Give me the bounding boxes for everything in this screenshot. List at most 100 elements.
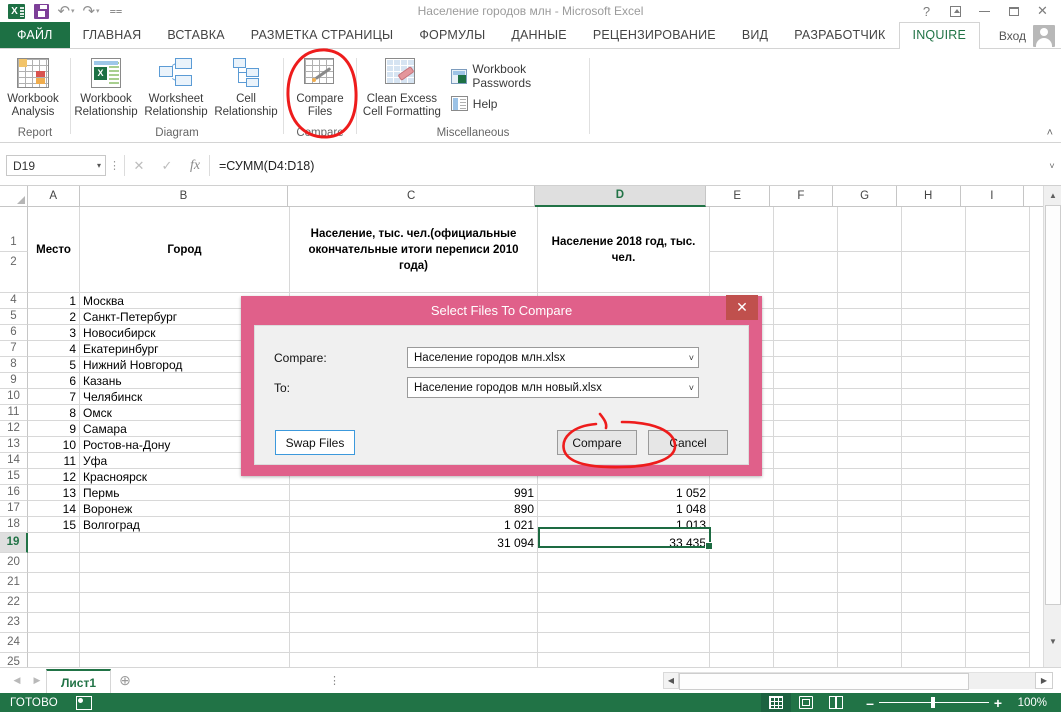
cell-G22[interactable]: [838, 593, 902, 613]
cell-F1[interactable]: [774, 207, 838, 252]
row-header-13[interactable]: 13: [0, 437, 28, 453]
cell-B18[interactable]: Волгоград: [80, 517, 290, 533]
cell-H12[interactable]: [902, 421, 966, 437]
cell-B16[interactable]: Пермь: [80, 485, 290, 501]
column-header-d[interactable]: D: [534, 186, 706, 207]
tab-developer[interactable]: РАЗРАБОТЧИК: [781, 22, 898, 49]
cell-E24[interactable]: [710, 633, 774, 653]
cell-F12[interactable]: [774, 421, 838, 437]
cell-A5[interactable]: 2: [28, 309, 80, 325]
zoom-control[interactable]: – +: [861, 695, 1007, 711]
tab-review[interactable]: РЕЦЕНЗИРОВАНИЕ: [580, 22, 729, 49]
cell-F15[interactable]: [774, 469, 838, 485]
cell-C24[interactable]: [290, 633, 538, 653]
tab-file[interactable]: ФАЙЛ: [0, 22, 70, 49]
cell-C1[interactable]: Население, тыс. чел.(официальные окончат…: [290, 207, 538, 293]
cell-I7[interactable]: [966, 341, 1030, 357]
cell-F21[interactable]: [774, 573, 838, 593]
cell-F2[interactable]: [774, 252, 838, 293]
cell-F5[interactable]: [774, 309, 838, 325]
dialog-close-button[interactable]: ✕: [726, 295, 758, 320]
cell-B19[interactable]: [80, 533, 290, 553]
cell-C20[interactable]: [290, 553, 538, 573]
worksheet-relationship-button[interactable]: Worksheet Relationship: [141, 53, 211, 121]
next-sheet-icon[interactable]: ▶: [28, 675, 46, 686]
cell-G10[interactable]: [838, 389, 902, 405]
cell-F9[interactable]: [774, 373, 838, 389]
cell-I10[interactable]: [966, 389, 1030, 405]
cell-A22[interactable]: [28, 593, 80, 613]
cell-H24[interactable]: [902, 633, 966, 653]
column-header-a[interactable]: A: [27, 186, 80, 207]
cell-C17[interactable]: 890: [290, 501, 538, 517]
scroll-up-icon[interactable]: ▲: [1044, 186, 1061, 204]
cell-B24[interactable]: [80, 633, 290, 653]
cell-A8[interactable]: 5: [28, 357, 80, 373]
cell-H8[interactable]: [902, 357, 966, 373]
cell-G2[interactable]: [838, 252, 902, 293]
help-button[interactable]: Help: [447, 93, 589, 114]
cell-G8[interactable]: [838, 357, 902, 373]
cell-G15[interactable]: [838, 469, 902, 485]
compare-file-dropdown[interactable]: Население городов млн.xlsx ˅: [407, 347, 699, 368]
cell-H5[interactable]: [902, 309, 966, 325]
expand-formula-bar-icon[interactable]: ˅: [1043, 161, 1061, 171]
cell-I24[interactable]: [966, 633, 1030, 653]
tab-page-layout[interactable]: РАЗМЕТКА СТРАНИЦЫ: [238, 22, 407, 49]
row-header-6[interactable]: 6: [0, 325, 28, 341]
cell-I22[interactable]: [966, 593, 1030, 613]
cell-I19[interactable]: [966, 533, 1030, 553]
cell-F7[interactable]: [774, 341, 838, 357]
cell-A17[interactable]: 14: [28, 501, 80, 517]
sheet-tab-list1[interactable]: Лист1: [46, 668, 112, 694]
cell-D16[interactable]: 1 052: [538, 485, 710, 501]
swap-files-button[interactable]: Swap Files: [275, 430, 355, 455]
tab-inquire[interactable]: INQUIRE: [898, 22, 981, 49]
cell-G14[interactable]: [838, 453, 902, 469]
cell-D24[interactable]: [538, 633, 710, 653]
zoom-out-button[interactable]: –: [861, 695, 879, 711]
cell-C19[interactable]: 31 094: [290, 533, 538, 553]
cell-I5[interactable]: [966, 309, 1030, 325]
cell-A12[interactable]: 9: [28, 421, 80, 437]
row-header-23[interactable]: 23: [0, 613, 28, 633]
horizontal-scrollbar[interactable]: ◀ ▶: [663, 671, 1053, 690]
column-header-c[interactable]: C: [288, 186, 535, 207]
cell-H19[interactable]: [902, 533, 966, 553]
cell-G17[interactable]: [838, 501, 902, 517]
hscroll-track[interactable]: [679, 671, 1035, 690]
cell-H1[interactable]: [902, 207, 966, 252]
tab-view[interactable]: ВИД: [729, 22, 781, 49]
cell-F18[interactable]: [774, 517, 838, 533]
horizontal-scroll-thumb[interactable]: [679, 672, 969, 690]
collapse-ribbon-button[interactable]: ˄: [1047, 127, 1053, 139]
cell-B1[interactable]: Город: [80, 207, 290, 293]
cell-F4[interactable]: [774, 293, 838, 309]
cell-B21[interactable]: [80, 573, 290, 593]
row-header-17[interactable]: 17: [0, 501, 28, 517]
cell-I16[interactable]: [966, 485, 1030, 501]
column-header-h[interactable]: H: [896, 186, 961, 207]
cell-D20[interactable]: [538, 553, 710, 573]
compare-button[interactable]: Compare: [557, 430, 637, 455]
cell-I23[interactable]: [966, 613, 1030, 633]
cell-G6[interactable]: [838, 325, 902, 341]
cell-B23[interactable]: [80, 613, 290, 633]
row-header-11[interactable]: 11: [0, 405, 28, 421]
row-header-10[interactable]: 10: [0, 389, 28, 405]
cell-E23[interactable]: [710, 613, 774, 633]
cell-G20[interactable]: [838, 553, 902, 573]
cell-D1[interactable]: Население 2018 год, тыс. чел.: [538, 207, 710, 293]
cell-E21[interactable]: [710, 573, 774, 593]
cell-F13[interactable]: [774, 437, 838, 453]
tab-data[interactable]: ДАННЫЕ: [498, 22, 579, 49]
cell-I17[interactable]: [966, 501, 1030, 517]
cell-I1[interactable]: [966, 207, 1030, 252]
zoom-in-button[interactable]: +: [989, 695, 1007, 711]
cell-G24[interactable]: [838, 633, 902, 653]
cell-I13[interactable]: [966, 437, 1030, 453]
cell-F11[interactable]: [774, 405, 838, 421]
cell-I8[interactable]: [966, 357, 1030, 373]
cell-E16[interactable]: [710, 485, 774, 501]
cell-I12[interactable]: [966, 421, 1030, 437]
